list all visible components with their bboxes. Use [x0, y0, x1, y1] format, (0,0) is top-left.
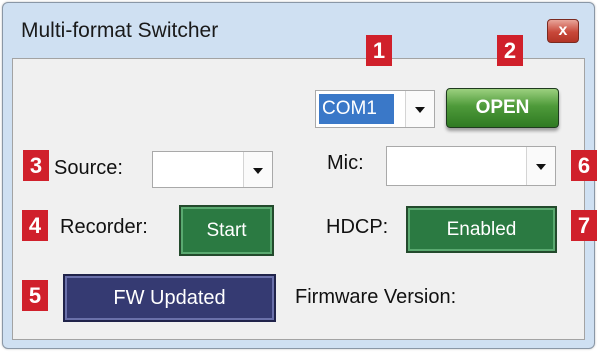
callout-badge-3: 3: [23, 150, 49, 181]
chevron-down-icon[interactable]: [526, 147, 555, 185]
callout-badge-1: 1: [366, 35, 392, 66]
callout-badge-2: 2: [497, 35, 523, 66]
source-label: Source:: [54, 157, 123, 179]
callout-badge-5: 5: [22, 280, 48, 311]
firmware-version-label: Firmware Version:: [295, 286, 457, 308]
window-title: Multi-format Switcher: [21, 19, 219, 42]
mic-select[interactable]: [386, 146, 556, 186]
close-icon: x: [558, 22, 568, 39]
chevron-down-icon[interactable]: [243, 152, 272, 187]
callout-badge-7: 7: [571, 210, 597, 241]
open-button[interactable]: OPEN: [446, 88, 559, 128]
close-button[interactable]: x: [547, 19, 579, 43]
callout-badge-6: 6: [571, 150, 597, 181]
fw-updated-button[interactable]: FW Updated: [63, 274, 276, 322]
callout-badge-4: 4: [22, 210, 48, 241]
com-port-value: COM1: [319, 94, 394, 124]
recorder-start-button[interactable]: Start: [179, 205, 274, 256]
mic-label: Mic:: [327, 152, 364, 174]
chevron-down-icon[interactable]: [405, 91, 434, 127]
hdcp-label: HDCP:: [326, 216, 389, 238]
recorder-label: Recorder:: [60, 216, 148, 238]
source-select[interactable]: [152, 151, 273, 188]
hdcp-enabled-button[interactable]: Enabled: [406, 206, 557, 253]
com-port-select[interactable]: COM1: [315, 90, 435, 128]
